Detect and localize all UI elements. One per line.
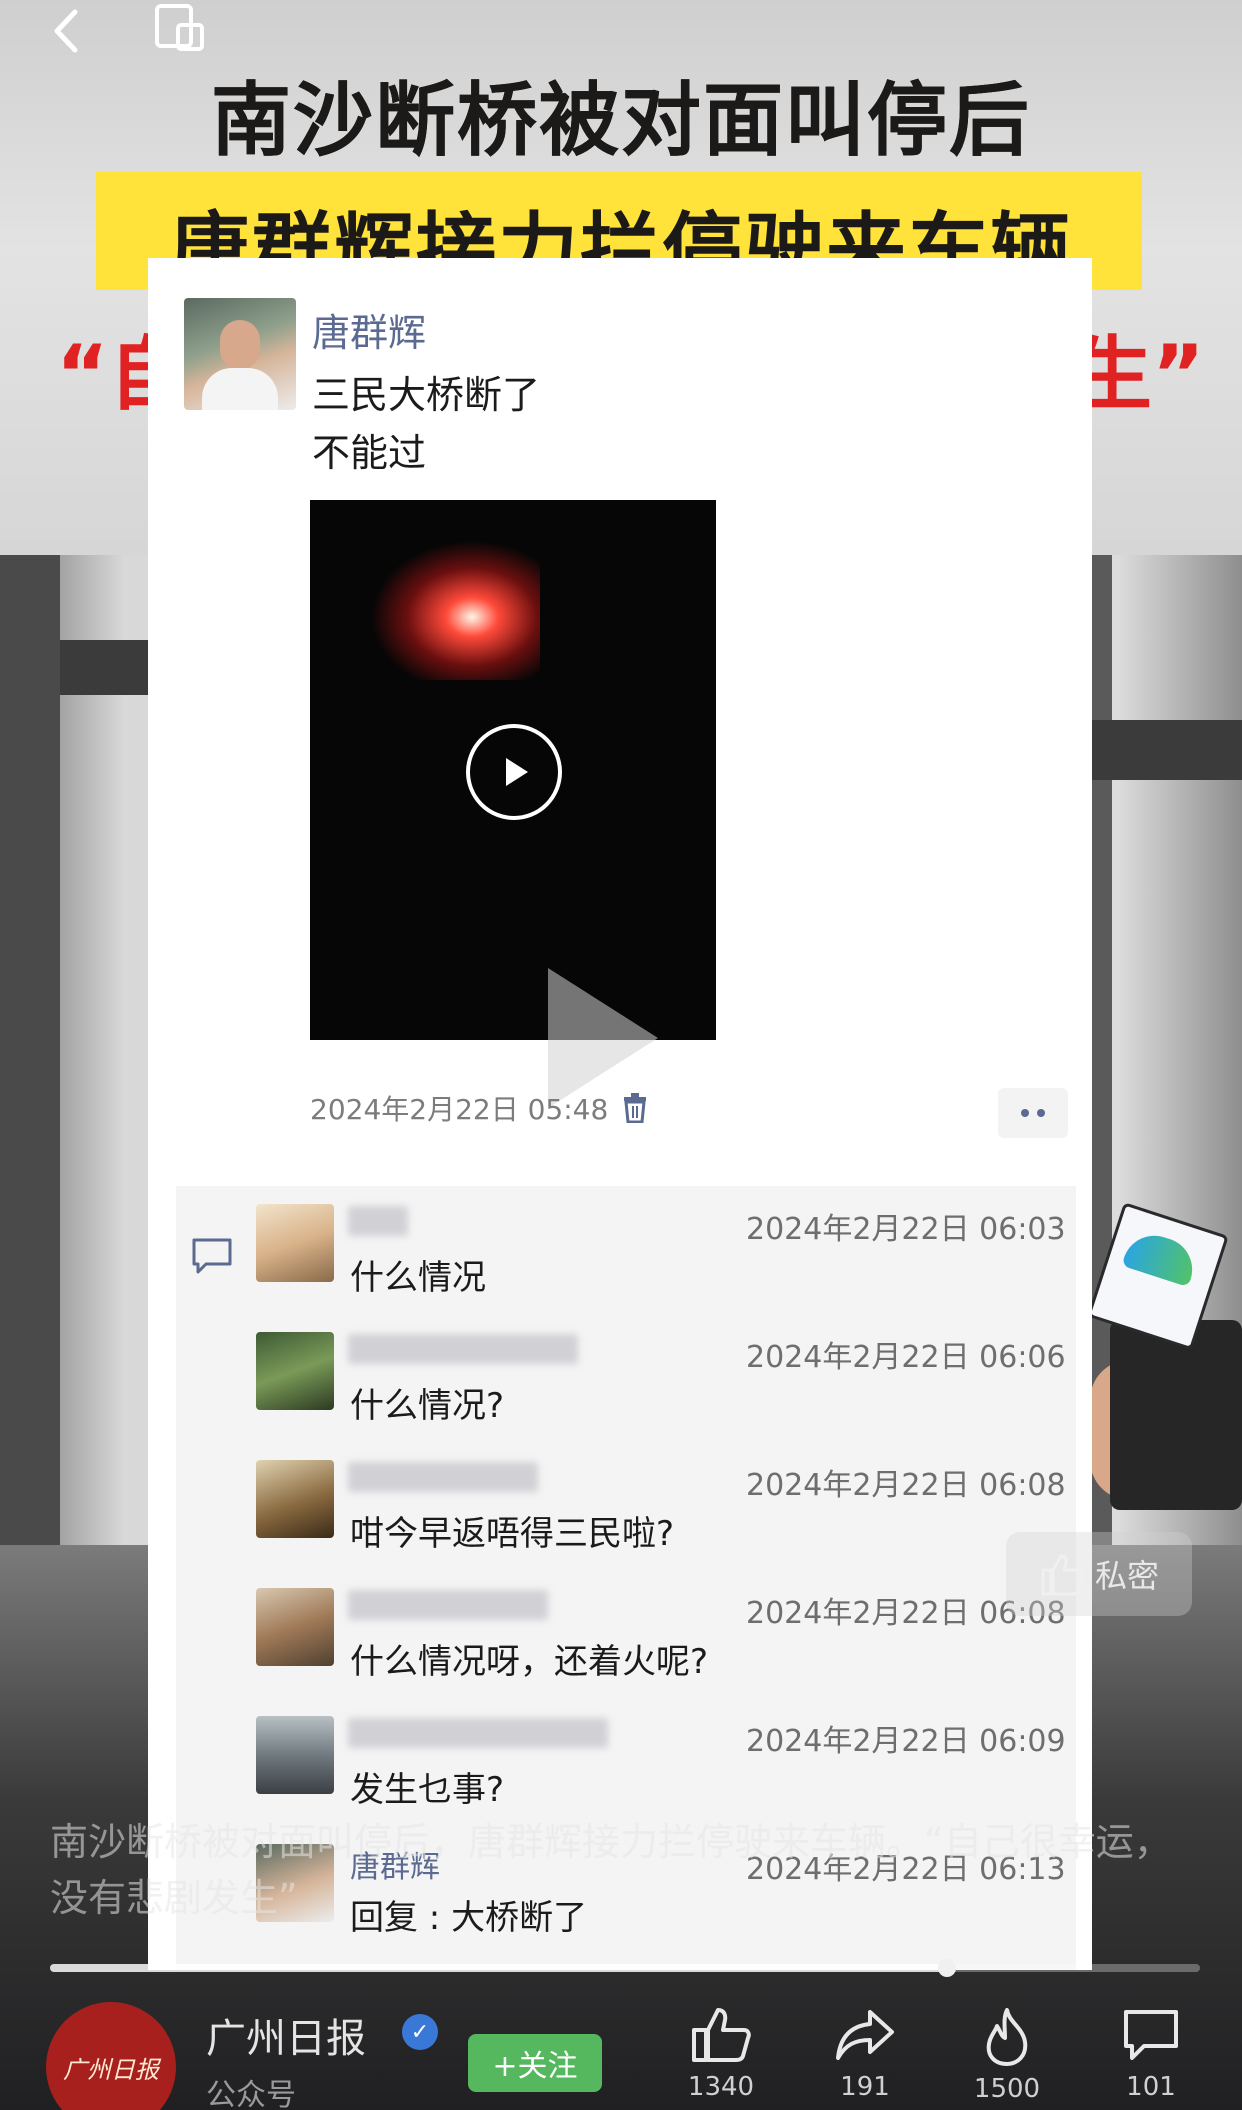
like-count: 1340 (687, 2072, 755, 2102)
avatar (256, 1460, 334, 1538)
avatar (184, 298, 296, 410)
comment-icon (1124, 2010, 1178, 2060)
video-caption: 南沙断桥被对面叫停后，唐群辉接力拦停驶来车辆。“自己很幸运，没有悲剧发生” (50, 1820, 1172, 1920)
main-play-icon[interactable] (548, 968, 658, 1108)
blurred-name (348, 1334, 578, 1364)
station-logo-icon (1121, 1227, 1201, 1288)
account-subtitle: 公众号 (206, 2078, 296, 2110)
chevron-left-icon (54, 9, 78, 53)
comment-item[interactable]: 2024年2月22日 06:08 什么情况呀，还着火呢? (176, 1570, 1076, 1700)
picture-in-picture-button[interactable] (150, 0, 210, 56)
comment-text: 发生乜事? (350, 1770, 505, 1810)
trash-icon[interactable] (622, 1093, 648, 1123)
blurred-name (348, 1718, 608, 1748)
hot-button[interactable]: 1500 (962, 2006, 1052, 2104)
blurred-name (348, 1590, 548, 1620)
back-button[interactable] (44, 6, 88, 56)
avatar (256, 1716, 334, 1794)
comment-item[interactable]: 2024年2月22日 06:06 什么情况? (176, 1314, 1076, 1444)
video-stage[interactable]: 南沙断桥被对面叫停后 唐群辉接力拦停驶来车辆 “自 生” 唐群辉 三民大桥断了 … (0, 0, 1242, 2110)
video-play-button[interactable] (466, 724, 562, 820)
share-count: 191 (840, 2072, 890, 2102)
comment-time: 2024年2月22日 06:03 (746, 1212, 1066, 1247)
moments-screenshot-card: 唐群辉 三民大桥断了 不能过 2024年2月22日 05:48 2024年2月2… (148, 258, 1092, 1970)
post-author[interactable]: 唐群辉 (312, 302, 426, 357)
progress-knob[interactable] (937, 1959, 956, 1977)
blurred-name (348, 1206, 408, 1236)
video-progress-bar[interactable] (50, 1959, 1200, 1977)
post-text: 三民大桥断了 不能过 (312, 373, 541, 475)
fire-glow (370, 540, 540, 680)
verified-badge-icon: ✓ (402, 2014, 438, 2050)
blurred-name (348, 1462, 538, 1492)
background-pillar (0, 555, 60, 1545)
follow-button[interactable]: +关注 (468, 2034, 602, 2092)
private-label: 私密 (1094, 1557, 1159, 1595)
share-icon (836, 2010, 894, 2060)
headline-line-1: 南沙断桥被对面叫停后 (211, 74, 1031, 167)
comment-button[interactable]: 101 (1106, 2006, 1196, 2102)
pip-icon (155, 4, 204, 51)
private-like-button[interactable]: 私密 (1006, 1532, 1192, 1616)
comment-item[interactable]: 2024年2月22日 06:03 什么情况 (176, 1186, 1076, 1316)
avatar (256, 1204, 334, 1282)
avatar (256, 1332, 334, 1410)
thumbs-up-icon (1041, 1554, 1084, 1596)
account-logo[interactable]: 广州日报 (46, 2002, 176, 2110)
play-icon (506, 758, 528, 786)
progress-fill (50, 1964, 947, 1972)
comment-item[interactable]: 2024年2月22日 06:08 咁今早返唔得三民啦? (176, 1442, 1076, 1572)
comment-time: 2024年2月22日 06:06 (746, 1340, 1066, 1375)
post-video[interactable] (310, 500, 716, 1040)
post-timestamp: 2024年2月22日 05:48 (310, 1093, 609, 1126)
account-name[interactable]: 广州日报 (206, 2006, 366, 2064)
comment-item[interactable]: 2024年2月22日 06:09 发生乜事? (176, 1698, 1076, 1828)
more-options-button[interactable] (998, 1088, 1068, 1138)
comment-text: 咁今早返唔得三民啦? (350, 1514, 675, 1554)
comment-text: 什么情况呀，还着火呢? (350, 1642, 709, 1682)
account-bar: 广州日报 广州日报 ✓ 公众号 +关注 1340 191 1500 101 (0, 1990, 1242, 2110)
like-button[interactable]: 1340 (676, 2006, 766, 2102)
fire-icon (986, 2008, 1028, 2066)
comment-text: 什么情况? (350, 1386, 505, 1426)
comment-time: 2024年2月22日 06:09 (746, 1724, 1066, 1759)
post-timestamp-row: 2024年2月22日 05:48 (310, 1088, 648, 1128)
comment-time: 2024年2月22日 06:08 (746, 1468, 1066, 1503)
like-icon (692, 2008, 751, 2062)
background-beam (1090, 720, 1242, 780)
hot-count: 1500 (973, 2074, 1041, 2104)
share-button[interactable]: 191 (820, 2006, 910, 2102)
comment-text: 什么情况 (350, 1258, 486, 1298)
background-beam (60, 640, 150, 695)
avatar (256, 1588, 334, 1666)
comment-count: 101 (1126, 2072, 1176, 2102)
